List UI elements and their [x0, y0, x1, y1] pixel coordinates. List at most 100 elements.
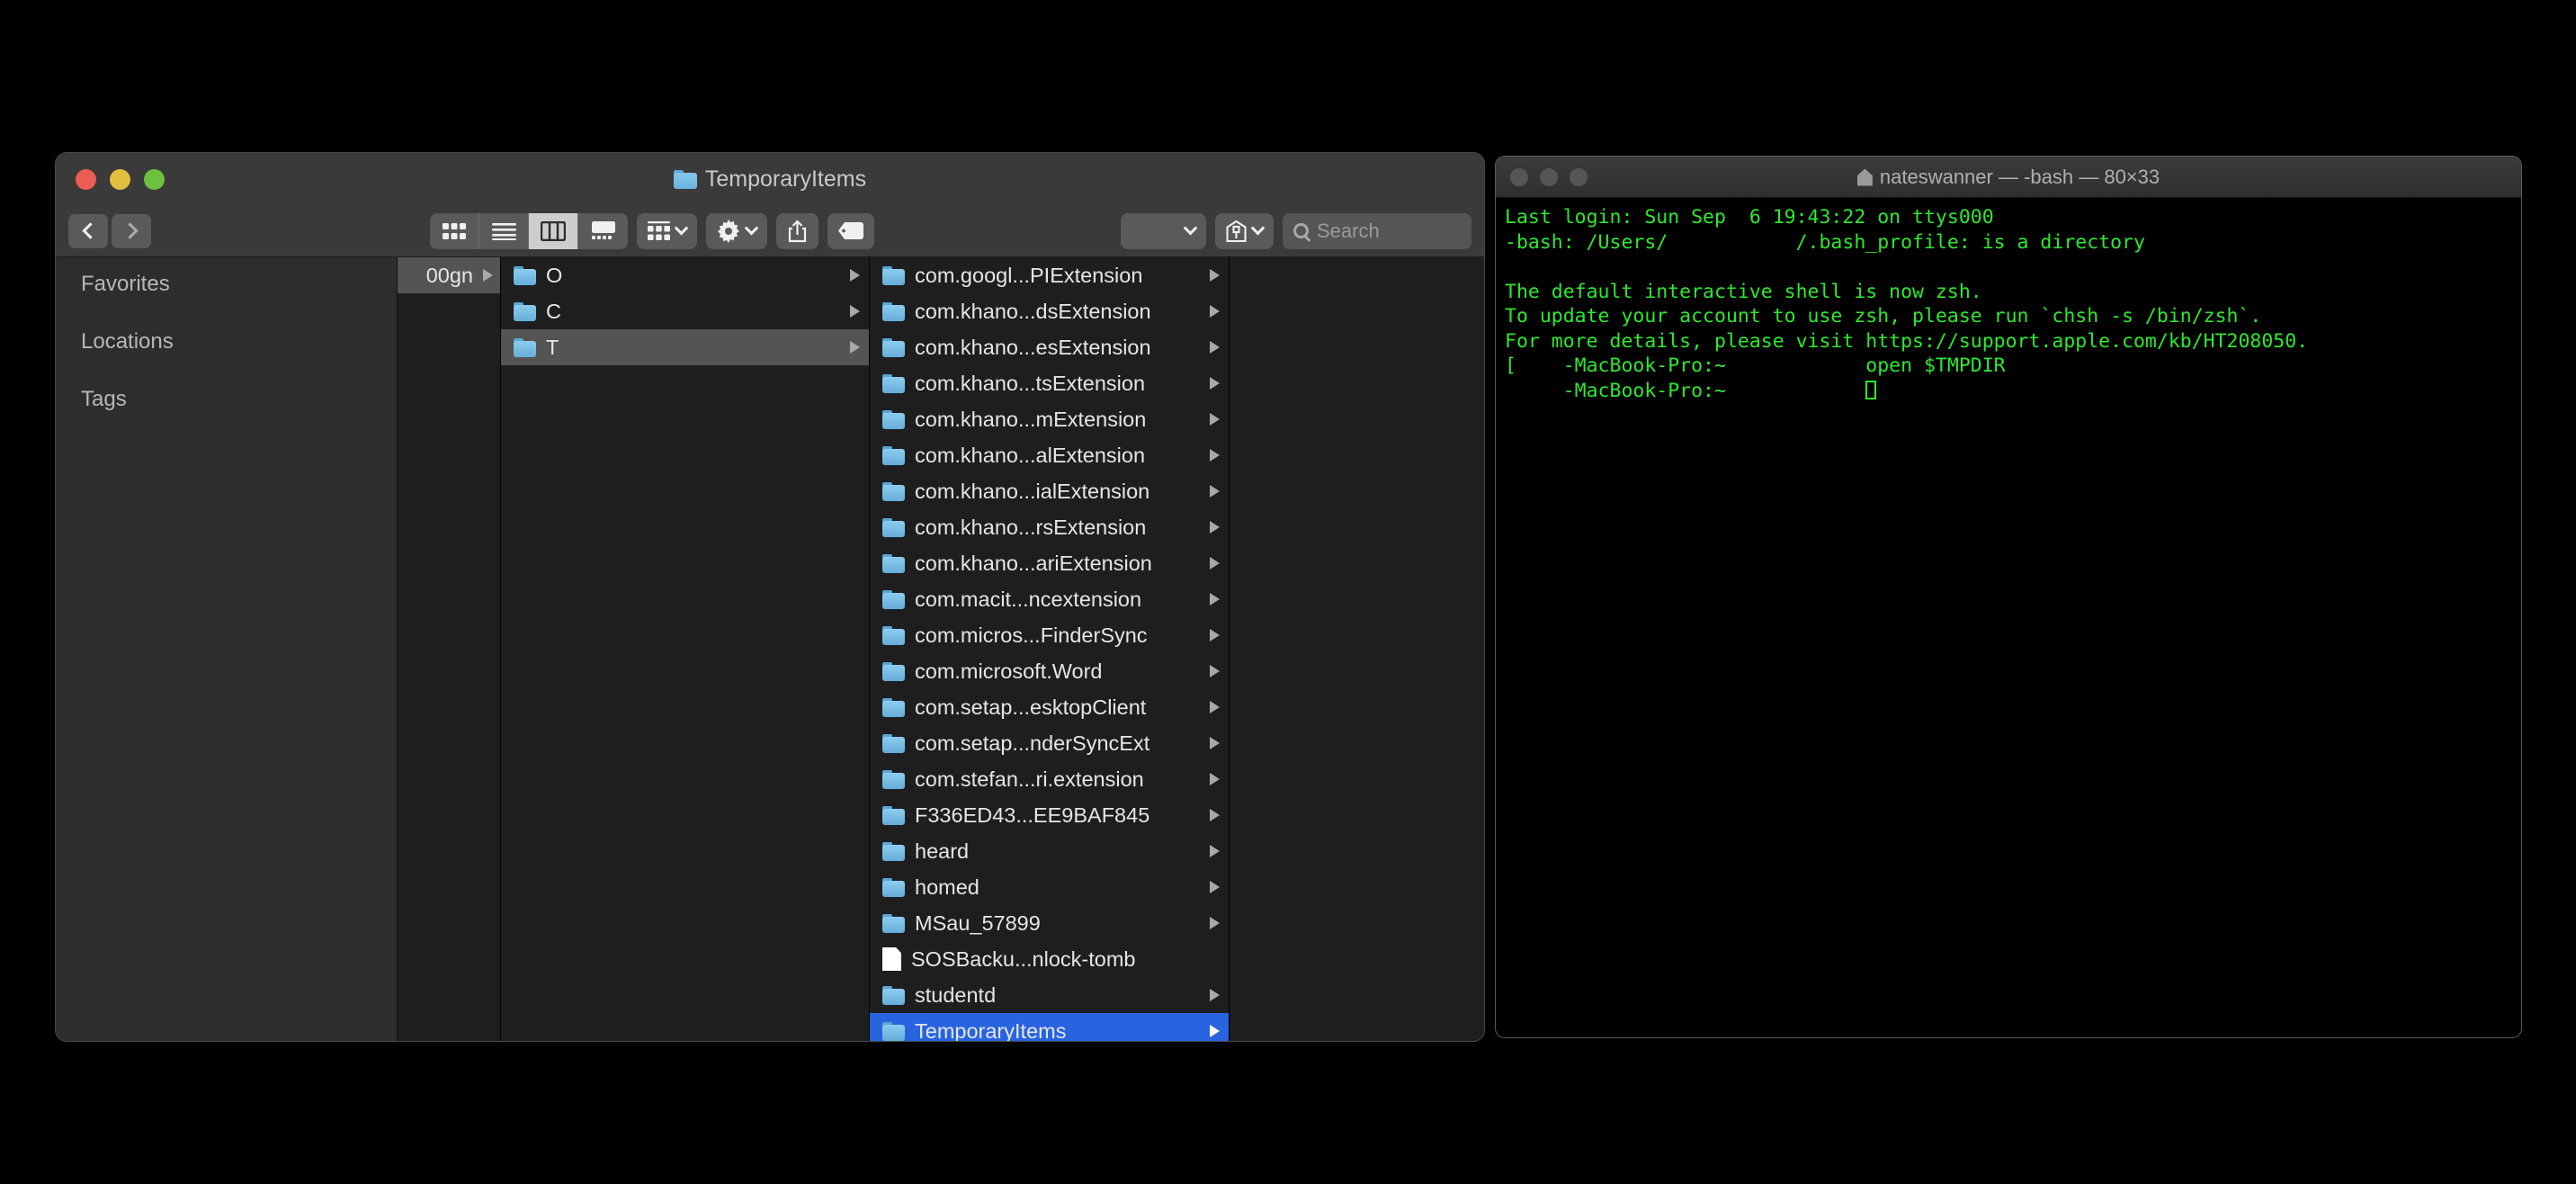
- list-item-label: heard: [915, 839, 970, 863]
- list-item[interactable]: TemporaryItems: [870, 1013, 1229, 1041]
- folder-icon: [882, 805, 905, 825]
- disclosure-arrow-icon: [1210, 809, 1220, 821]
- list-item[interactable]: com.macit...ncextension: [870, 581, 1229, 617]
- disclosure-arrow-icon: [1210, 377, 1220, 390]
- chevron-down-icon: [1250, 220, 1266, 236]
- list-item-label: com.microsoft.Word: [915, 659, 1103, 683]
- disclosure-arrow-icon: [1210, 449, 1220, 462]
- terminal-output[interactable]: Last login: Sun Sep 6 19:43:22 on ttys00…: [1496, 198, 2521, 1037]
- terminal-title: nateswanner — -bash — 80×33: [1496, 166, 2521, 189]
- folder-icon: [882, 265, 905, 285]
- gallery-view-button[interactable]: [578, 213, 628, 249]
- disclosure-arrow-icon: [1210, 701, 1220, 713]
- disclosure-arrow-icon: [1210, 845, 1220, 857]
- share-button[interactable]: [776, 212, 818, 249]
- chevron-down-icon: [674, 220, 689, 236]
- sidebar-section-tags[interactable]: Tags: [56, 387, 397, 412]
- list-item[interactable]: F336ED43...EE9BAF845: [870, 797, 1229, 833]
- list-item[interactable]: com.khano...rsExtension: [870, 509, 1229, 545]
- dropbox-button[interactable]: [1215, 212, 1274, 249]
- browser-column-empty: [1230, 257, 1432, 1041]
- list-item[interactable]: studentd: [870, 977, 1229, 1013]
- search-icon: [1293, 223, 1309, 238]
- folder-icon: [882, 1021, 905, 1041]
- list-item[interactable]: com.setap...esktopClient: [870, 689, 1229, 725]
- list-item[interactable]: homed: [870, 869, 1229, 905]
- list-item-label: O: [546, 263, 563, 287]
- list-item[interactable]: com.googl...PIExtension: [870, 257, 1229, 293]
- icon-view-button[interactable]: [430, 212, 479, 249]
- extension-dropdown[interactable]: [1121, 212, 1206, 249]
- forward-button[interactable]: [112, 213, 151, 248]
- folder-icon: [882, 517, 905, 537]
- list-item[interactable]: com.khano...alExtension: [870, 437, 1229, 473]
- desktop: TemporaryItems Search Favorites Location…: [0, 0, 2576, 1184]
- terminal-titlebar[interactable]: nateswanner — -bash — 80×33: [1496, 157, 2521, 198]
- list-item-label: com.khano...mExtension: [915, 407, 1147, 431]
- list-item[interactable]: com.micros...FinderSync: [870, 617, 1229, 653]
- terminal-cursor: [1865, 380, 1877, 399]
- list-view-button[interactable]: [479, 212, 529, 249]
- list-item-label: com.khano...tsExtension: [915, 371, 1146, 395]
- list-item[interactable]: com.khano...tsExtension: [870, 365, 1229, 401]
- list-item-label: SOSBacku...nlock-tomb: [911, 946, 1136, 971]
- chevron-right-icon: [121, 222, 139, 239]
- chevron-down-icon: [744, 220, 759, 236]
- disclosure-arrow-icon: [1210, 485, 1220, 498]
- disclosure-arrow-icon: [1210, 341, 1220, 354]
- list-item[interactable]: 00gn: [398, 257, 500, 293]
- list-item-label: com.micros...FinderSync: [915, 623, 1148, 647]
- list-item[interactable]: com.stefan...ri.extension: [870, 761, 1229, 797]
- column-view-button[interactable]: [529, 212, 578, 249]
- list-item[interactable]: SOSBacku...nlock-tomb: [870, 941, 1229, 977]
- list-item-label: com.setap...esktopClient: [915, 695, 1147, 719]
- list-item-label: 00gn: [425, 263, 473, 287]
- view-mode-segmented-control: [430, 212, 628, 249]
- list-item[interactable]: C: [501, 293, 869, 329]
- folder-icon: [514, 301, 536, 321]
- list-item[interactable]: T: [501, 329, 869, 365]
- sidebar-section-favorites[interactable]: Favorites: [56, 272, 397, 297]
- disclosure-arrow-icon: [483, 269, 493, 282]
- disclosure-arrow-icon: [1210, 917, 1220, 929]
- list-item-label: com.khano...dsExtension: [915, 299, 1151, 323]
- group-by-button[interactable]: [637, 212, 697, 249]
- list-item[interactable]: com.khano...esExtension: [870, 329, 1229, 365]
- disclosure-arrow-icon: [1210, 269, 1220, 282]
- folder-icon: [882, 373, 905, 393]
- sidebar-section-locations[interactable]: Locations: [56, 329, 397, 354]
- list-item[interactable]: heard: [870, 833, 1229, 869]
- list-item-label: com.stefan...ri.extension: [915, 767, 1144, 791]
- disclosure-arrow-icon: [1210, 989, 1220, 1001]
- list-item-label: com.khano...esExtension: [915, 335, 1151, 359]
- folder-icon: [882, 769, 905, 789]
- navigation-buttons: [68, 213, 151, 248]
- list-item[interactable]: MSau_57899: [870, 905, 1229, 941]
- finder-titlebar[interactable]: TemporaryItems: [56, 153, 1484, 205]
- folder-icon: [882, 625, 905, 645]
- list-item[interactable]: O: [501, 257, 869, 293]
- list-item[interactable]: com.khano...mExtension: [870, 401, 1229, 437]
- home-icon: [1856, 168, 1873, 186]
- browser-column-temporaryitems: com.googl...PIExtension com.khano...dsExt…: [870, 257, 1230, 1041]
- folder-icon: [673, 170, 697, 189]
- list-item-label: com.khano...rsExtension: [915, 515, 1147, 539]
- list-item[interactable]: com.khano...ariExtension: [870, 545, 1229, 581]
- list-item[interactable]: com.khano...ialExtension: [870, 473, 1229, 509]
- list-item[interactable]: com.microsoft.Word: [870, 653, 1229, 689]
- list-item[interactable]: com.setap...nderSyncExt: [870, 725, 1229, 761]
- tags-button[interactable]: [827, 212, 874, 249]
- action-menu-button[interactable]: [706, 212, 767, 249]
- back-button[interactable]: [68, 213, 108, 248]
- list-item-label: TemporaryItems: [915, 1018, 1067, 1042]
- folder-icon: [882, 697, 905, 717]
- list-item[interactable]: com.khano...dsExtension: [870, 293, 1229, 329]
- folder-icon: [514, 265, 536, 285]
- disclosure-arrow-icon: [850, 341, 860, 354]
- list-item-label: studentd: [915, 982, 997, 1007]
- folder-icon: [882, 301, 905, 321]
- disclosure-arrow-icon: [1210, 881, 1220, 893]
- finder-toolbar: Search: [56, 205, 1484, 257]
- folder-icon: [882, 913, 905, 933]
- search-input[interactable]: Search: [1283, 212, 1471, 249]
